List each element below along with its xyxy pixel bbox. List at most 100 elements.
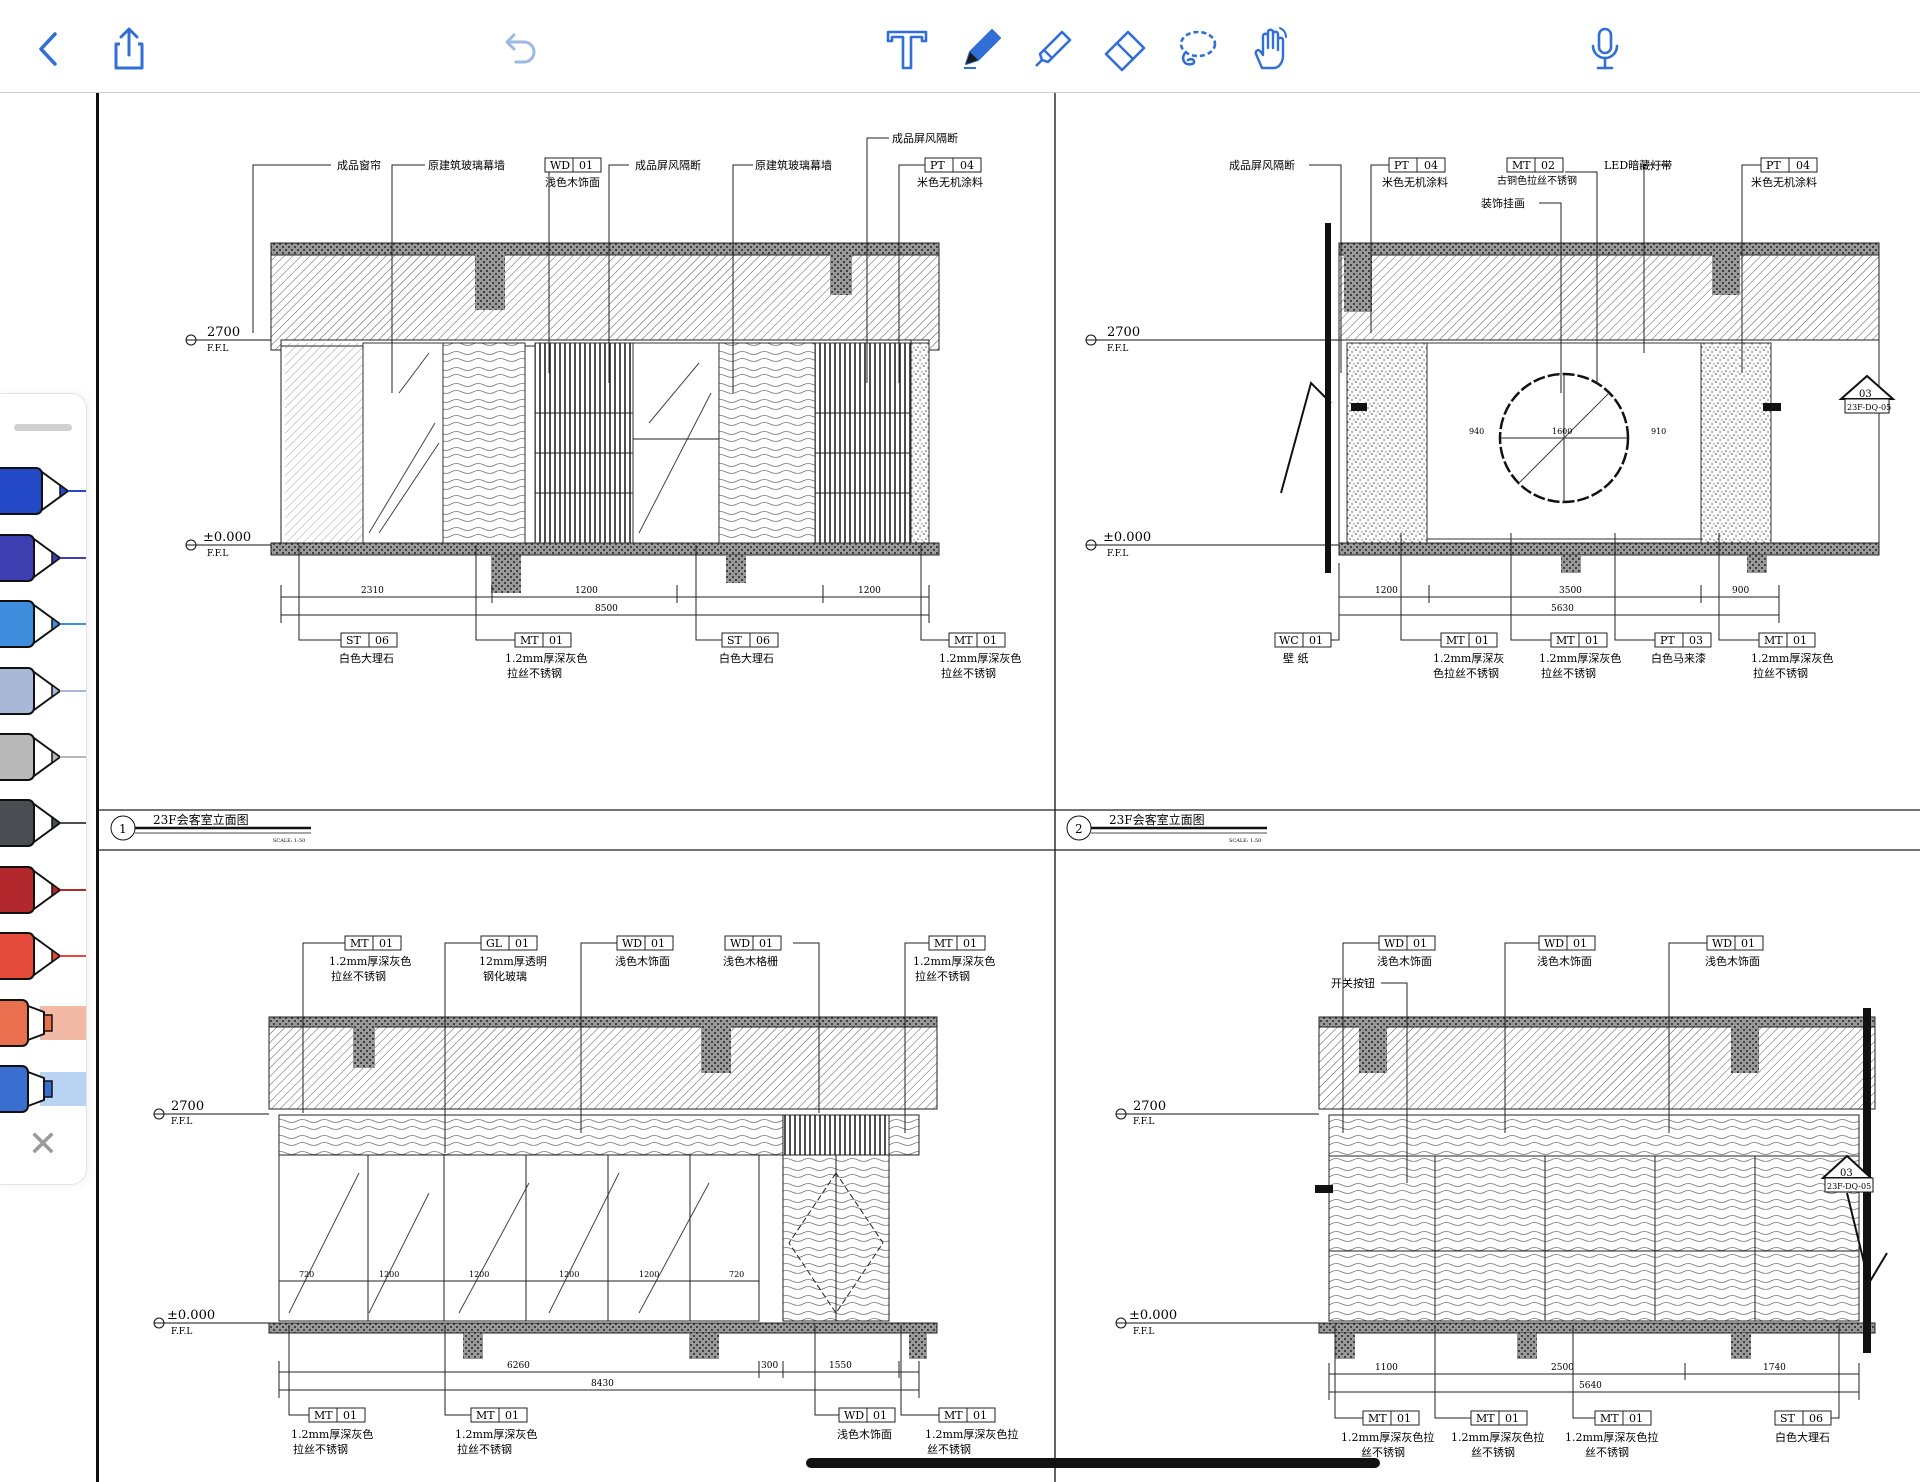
svg-text:01: 01 [1413,937,1427,950]
svg-text:拉丝不锈钢: 拉丝不锈钢 [941,666,996,680]
palette-close-icon[interactable]: ✕ [26,1127,60,1163]
v1-view-title: 23F会客室立面图 [153,812,249,827]
share-icon[interactable] [102,22,156,76]
v2-view-title: 23F会客室立面图 [1109,812,1205,827]
elevation-view-4: 2700 F.F.L ±0.000 F.F.L 03 23F-DQ-05 WD 0… [1115,935,1888,1459]
highlighter-tool-icon[interactable] [1026,22,1080,76]
svg-text:06: 06 [756,634,770,647]
v2-tag-pt-code: PT [1394,159,1409,172]
svg-text:1.2mm厚深灰色: 1.2mm厚深灰色 [1751,651,1833,665]
svg-text:WD: WD [1384,937,1404,950]
eraser-tool-icon[interactable] [1098,22,1152,76]
undo-icon[interactable] [492,22,546,76]
v2-bottom-tag-1: WC 01 壁 纸 [1274,632,1332,665]
microphone-icon[interactable] [1578,22,1632,76]
svg-text:01: 01 [1475,634,1489,647]
v1-note-glass-wall: 原建筑玻璃幕墙 [428,158,505,172]
v1-level-bottom: ±0.000 [203,530,251,545]
v1-bottom-tag-4: MT 01 1.2mm厚深灰色拉丝不锈钢 [939,632,1021,680]
v4-dim-0: 1100 [1375,1363,1398,1373]
pen-swatch-dark-blue[interactable] [0,466,86,516]
drawing-sheet: 2700 F.F.L ±0.000 F.F.L 成品窗帘 原建筑玻璃幕墙 WD … [99,93,1920,1482]
v3-dim-2: 1550 [829,1361,852,1371]
svg-text:01: 01 [973,1409,987,1422]
svg-text:12mm厚透明: 12mm厚透明 [479,955,547,968]
v1-level-bottom-ffl: F.F.L [207,549,228,559]
svg-text:01: 01 [983,634,997,647]
svg-text:01: 01 [873,1409,887,1422]
svg-text:ST: ST [346,634,362,647]
v2-tag-pt2-num: 04 [1796,159,1810,172]
pen-swatch-indigo[interactable] [0,533,86,583]
svg-text:1.2mm厚深灰色拉: 1.2mm厚深灰色拉 [1565,1430,1658,1444]
v2-note-bronze: 古铜色拉丝不锈钢 [1497,174,1577,187]
pen-swatch-dark-red[interactable] [0,865,86,915]
v4-level-bottom: ±0.000 [1129,1308,1177,1323]
svg-text:23F-DQ-05: 23F-DQ-05 [1847,403,1891,412]
elevation-view-3: 2700 F.F.L ±0.000 F.F.L 720 1200 1200 12… [153,935,1018,1456]
pen-swatch-pale-blue[interactable] [0,666,86,716]
pen-swatch-red[interactable] [0,931,86,981]
svg-text:1.2mm厚深灰色: 1.2mm厚深灰色 [505,651,587,665]
v2-note-paint: 米色无机涂料 [1382,175,1448,189]
pen-swatch-sky-blue[interactable] [0,599,86,649]
v1-note-paint: 米色无机涂料 [917,175,983,189]
svg-text:拉丝不锈钢: 拉丝不锈钢 [457,1442,512,1456]
text-tool-icon[interactable] [880,22,934,76]
svg-text:拉丝不锈钢: 拉丝不锈钢 [331,969,386,983]
v3-bottom-tag-3: WD 01 浅色木饰面 [837,1407,896,1441]
v1-dim-2: 1200 [858,586,881,596]
v3-top-tag-2: GL 01 12mm厚透明钢化玻璃 [479,935,547,983]
touch-hand-icon[interactable] [1242,22,1296,76]
v2-bottom-tag-4: PT 03 白色马来漆 [1651,632,1712,665]
v1-tag-pt-code: PT [930,159,945,172]
v2-level-bottom-ffl: F.F.L [1107,549,1128,559]
v2-note-led: LED暗藏灯带 [1604,158,1672,172]
v1-note-glass-wall-2: 原建筑玻璃幕墙 [755,158,832,172]
svg-text:浅色木饰面: 浅色木饰面 [1537,954,1592,968]
v4-level-top-ffl: F.F.L [1133,1117,1154,1127]
svg-text:06: 06 [375,634,389,647]
svg-text:01: 01 [343,1409,357,1422]
svg-text:01: 01 [1741,937,1755,950]
v3-level-bottom: ±0.000 [167,1308,215,1323]
svg-text:1.2mm厚深灰色拉: 1.2mm厚深灰色拉 [1341,1430,1434,1444]
v1-note-screen-2: 成品屏风隔断 [892,131,958,145]
svg-text:1.2mm厚深灰色拉: 1.2mm厚深灰色拉 [1451,1430,1544,1444]
svg-text:钢化玻璃: 钢化玻璃 [483,969,527,983]
v2-dim-right: 910 [1651,427,1666,436]
svg-text:01: 01 [759,937,773,950]
v2-dim-1: 3500 [1559,586,1582,596]
v2-view-number: 2 [1075,822,1083,836]
svg-text:壁 纸: 壁 纸 [1283,651,1309,665]
svg-text:WD: WD [730,937,750,950]
svg-text:01: 01 [549,634,563,647]
highlighter-swatch-blue[interactable] [0,1064,86,1114]
pen-swatch-light-gray[interactable] [0,732,86,782]
svg-text:01: 01 [1505,1412,1519,1425]
v1-view-scale: SCALE: 1:50 [273,838,305,844]
svg-text:MT: MT [1476,1412,1495,1425]
svg-text:白色大理石: 白色大理石 [1775,1430,1830,1444]
svg-text:浅色木饰面: 浅色木饰面 [1377,954,1432,968]
v1-dim-total: 8500 [595,604,618,614]
back-chevron-icon[interactable] [22,22,76,76]
pen-tool-icon[interactable] [954,22,1008,76]
svg-text:PT: PT [1660,634,1675,647]
lasso-tool-icon[interactable] [1170,22,1224,76]
pen-palette: ✕ [0,393,87,1185]
v3-panel-dim-1: 1200 [379,1270,399,1279]
v4-dim-1: 2500 [1551,1363,1574,1373]
v4-dim-2: 1740 [1763,1363,1786,1373]
svg-text:MT: MT [1368,1412,1387,1425]
pen-swatch-charcoal[interactable] [0,798,86,848]
palette-drag-handle[interactable] [14,424,72,431]
svg-text:1.2mm厚深灰色: 1.2mm厚深灰色 [455,1427,537,1441]
home-indicator[interactable] [806,1458,1380,1468]
svg-text:WD: WD [844,1409,864,1422]
svg-text:MT: MT [954,634,973,647]
v1-dim-0: 2310 [361,586,384,596]
v1-note-screen: 成品屏风隔断 [635,158,701,172]
highlighter-swatch-orange[interactable] [0,998,86,1048]
svg-text:01: 01 [505,1409,519,1422]
